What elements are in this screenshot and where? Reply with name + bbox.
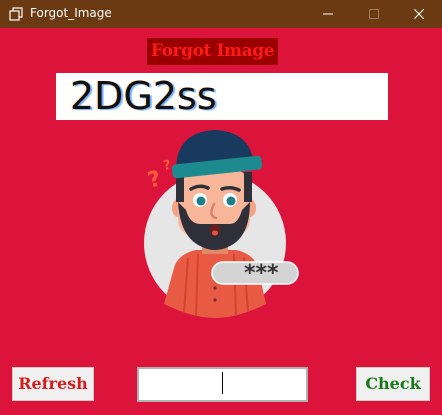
- close-icon: [414, 9, 424, 19]
- title-bar: Forgot_Image: [0, 0, 442, 28]
- window-title: Forgot_Image: [30, 6, 112, 20]
- person-forgot-password-icon: ? ? ***: [144, 130, 299, 318]
- password-mask: ***: [244, 261, 279, 286]
- question-mark-icon: ?: [145, 166, 164, 193]
- window-restore-icon: [9, 7, 23, 21]
- captcha-image: 2DG2ss: [56, 73, 388, 120]
- minimize-button[interactable]: [305, 0, 351, 28]
- text-caret: [222, 372, 223, 394]
- question-mark-small-icon: ?: [162, 158, 172, 174]
- page-heading: Forgot Image: [147, 38, 278, 65]
- refresh-button[interactable]: Refresh: [12, 367, 94, 401]
- check-button[interactable]: Check: [356, 367, 430, 401]
- minimize-icon: [323, 13, 333, 15]
- maximize-icon: [369, 9, 379, 19]
- captcha-text: 2DG2ss: [70, 74, 217, 118]
- close-button[interactable]: [396, 0, 442, 28]
- maximize-button[interactable]: [351, 0, 397, 28]
